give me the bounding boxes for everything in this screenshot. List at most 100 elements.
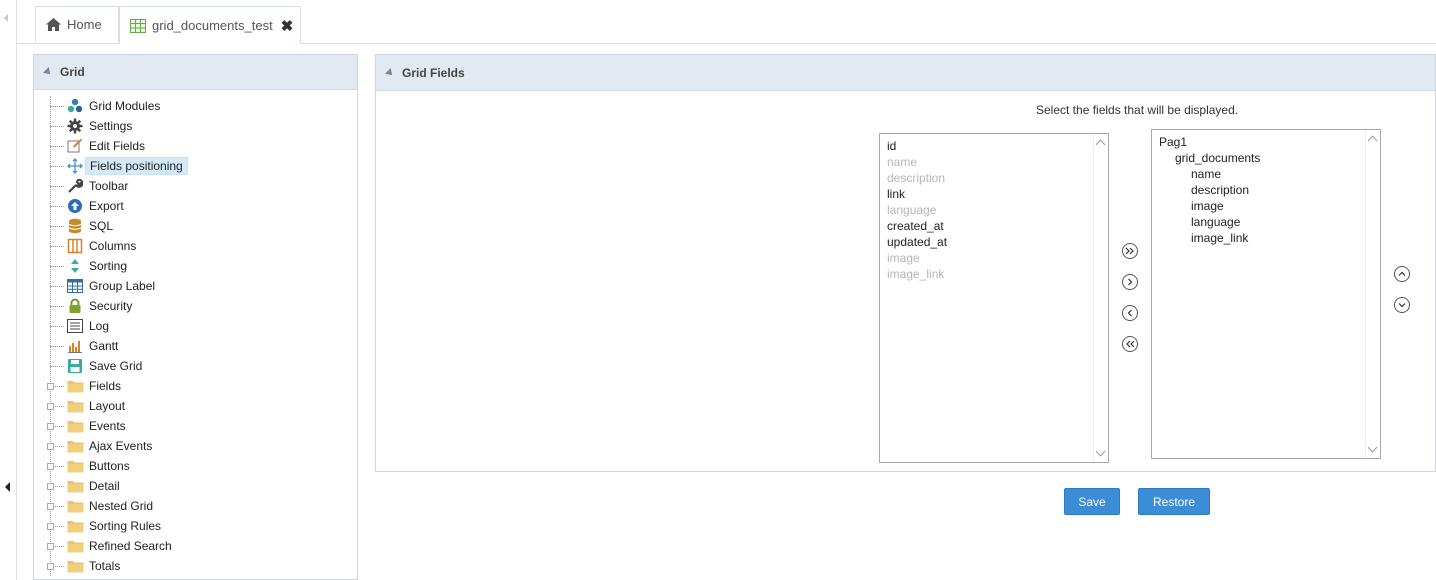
modules-icon	[66, 98, 84, 114]
tree-item-detail[interactable]: Detail	[34, 476, 357, 496]
collapse-triangle-icon[interactable]	[385, 67, 395, 78]
tree-item-buttons[interactable]: Buttons	[34, 456, 357, 476]
tree-item-label: Group Label	[89, 279, 156, 293]
available-field-option[interactable]: updated_at	[880, 234, 1108, 250]
panel-header[interactable]: Grid	[34, 55, 357, 90]
expand-node-icon[interactable]	[47, 423, 54, 430]
tree-item-fields-positioning[interactable]: Fields positioning	[34, 156, 357, 176]
grid-fields-panel: Grid Fields Select the fields that will …	[375, 54, 1436, 472]
home-icon	[46, 18, 61, 31]
tree-item-label: Nested Grid	[89, 499, 154, 513]
tree-item-refined-search[interactable]: Refined Search	[34, 536, 357, 556]
tree-item-label: Sorting	[89, 259, 128, 273]
tree-item-label: Fields positioning	[85, 157, 188, 175]
move-all-left-button[interactable]	[1122, 336, 1138, 352]
folder-icon	[66, 538, 84, 554]
tree-item-gantt[interactable]: Gantt	[34, 336, 357, 356]
tree-item-label: Buttons	[89, 459, 130, 473]
move-down-icon	[1398, 303, 1406, 308]
available-field-option: language	[887, 203, 937, 217]
panel-header[interactable]: Grid Fields	[376, 55, 1435, 91]
gear-icon	[66, 118, 84, 134]
save-button[interactable]: Save	[1064, 488, 1120, 515]
tree-item-export[interactable]: Export	[34, 196, 357, 216]
collapse-triangle-icon[interactable]	[43, 67, 53, 77]
tree-item-settings[interactable]: Settings	[34, 116, 357, 136]
scroll-down-icon[interactable]	[1095, 446, 1106, 457]
tree-item-toolbar[interactable]: Toolbar	[34, 176, 357, 196]
tree-item-edit-fields[interactable]: Edit Fields	[34, 136, 357, 156]
tree-item-ajax-events[interactable]: Ajax Events	[34, 436, 357, 456]
panel-title: Grid	[60, 65, 85, 79]
collapse-arrow-icon[interactable]	[4, 14, 8, 22]
available-field-option[interactable]: created_at	[880, 218, 1108, 234]
tree-item-security[interactable]: Security	[34, 296, 357, 316]
scrollbar[interactable]	[1365, 130, 1380, 458]
scroll-down-icon[interactable]	[1367, 442, 1378, 453]
tree-item-columns[interactable]: Columns	[34, 236, 357, 256]
scrollbar[interactable]	[1093, 134, 1108, 462]
expand-sidebar-arrow-icon[interactable]	[5, 482, 10, 492]
tree-item-layout[interactable]: Layout	[34, 396, 357, 416]
tree-item-label: Columns	[89, 239, 137, 253]
panel-title: Grid Fields	[402, 65, 465, 80]
available-field-option[interactable]: id	[880, 138, 1108, 154]
selected-field-option[interactable]: language	[1152, 214, 1380, 230]
tree-item-nested-grid[interactable]: Nested Grid	[34, 496, 357, 516]
expand-node-icon[interactable]	[47, 483, 54, 490]
move-down-button[interactable]	[1394, 297, 1410, 313]
restore-button[interactable]: Restore	[1138, 488, 1210, 515]
expand-node-icon[interactable]	[47, 543, 54, 550]
close-tab-icon[interactable]: ✖	[281, 17, 294, 35]
tree-item-totals[interactable]: Totals	[34, 556, 357, 576]
tree-item-label: Edit Fields	[89, 139, 146, 153]
available-field-option: name	[887, 155, 918, 169]
folder-icon	[66, 458, 84, 474]
tree-item-sql[interactable]: SQL	[34, 216, 357, 236]
lock-icon	[66, 298, 84, 314]
selected-field-option[interactable]: grid_documents	[1152, 150, 1380, 166]
move-left-button[interactable]	[1122, 305, 1138, 321]
tree-item-label: Log	[89, 319, 110, 333]
tree-item-label: Save Grid	[89, 359, 143, 373]
expand-node-icon[interactable]	[47, 523, 54, 530]
selected-field-option[interactable]: image_link	[1152, 230, 1380, 246]
tree-item-fields[interactable]: Fields	[34, 376, 357, 396]
selected-fields-list[interactable]: Pag1 grid_documents name description image la…	[1151, 129, 1381, 459]
expand-node-icon[interactable]	[47, 563, 54, 570]
scroll-up-icon[interactable]	[1095, 139, 1106, 150]
tree-item-save-grid[interactable]: Save Grid	[34, 356, 357, 376]
tree-item-group-label[interactable]: Group Label	[34, 276, 357, 296]
expand-node-icon[interactable]	[47, 463, 54, 470]
available-fields-list[interactable]: id name description link language created_at u…	[879, 133, 1109, 463]
expand-node-icon[interactable]	[47, 503, 54, 510]
wrench-icon	[66, 178, 84, 194]
folder-icon	[66, 378, 84, 394]
tree-item-label: Gantt	[89, 339, 119, 353]
selected-field-option[interactable]: name	[1152, 166, 1380, 182]
tree-item-sorting[interactable]: Sorting	[34, 256, 357, 276]
tree-item-events[interactable]: Events	[34, 416, 357, 436]
folder-icon	[66, 498, 84, 514]
tab-grid-documents-test[interactable]: grid_documents_test ✖	[119, 6, 301, 44]
move-all-right-button[interactable]	[1122, 243, 1138, 259]
move-up-button[interactable]	[1394, 266, 1410, 282]
expand-node-icon[interactable]	[47, 443, 54, 450]
expand-node-icon[interactable]	[47, 403, 54, 410]
available-field-option: description	[887, 171, 946, 185]
columns-icon	[66, 238, 84, 254]
tree-item-sorting-rules[interactable]: Sorting Rules	[34, 516, 357, 536]
expand-node-icon[interactable]	[47, 383, 54, 390]
tab-label: Home	[67, 17, 102, 32]
move-right-button[interactable]	[1122, 274, 1138, 290]
tree-item-label: Refined Search	[89, 539, 172, 553]
selected-field-option[interactable]: description	[1152, 182, 1380, 198]
selected-field-option[interactable]: image	[1152, 198, 1380, 214]
move-all-left-icon	[1126, 340, 1135, 348]
tree-item-grid-modules[interactable]: Grid Modules	[34, 96, 357, 116]
tab-home[interactable]: Home	[35, 6, 119, 42]
scroll-up-icon[interactable]	[1367, 135, 1378, 146]
available-field-option[interactable]: link	[880, 186, 1108, 202]
selected-field-option[interactable]: Pag1	[1152, 134, 1380, 150]
tree-item-log[interactable]: Log	[34, 316, 357, 336]
